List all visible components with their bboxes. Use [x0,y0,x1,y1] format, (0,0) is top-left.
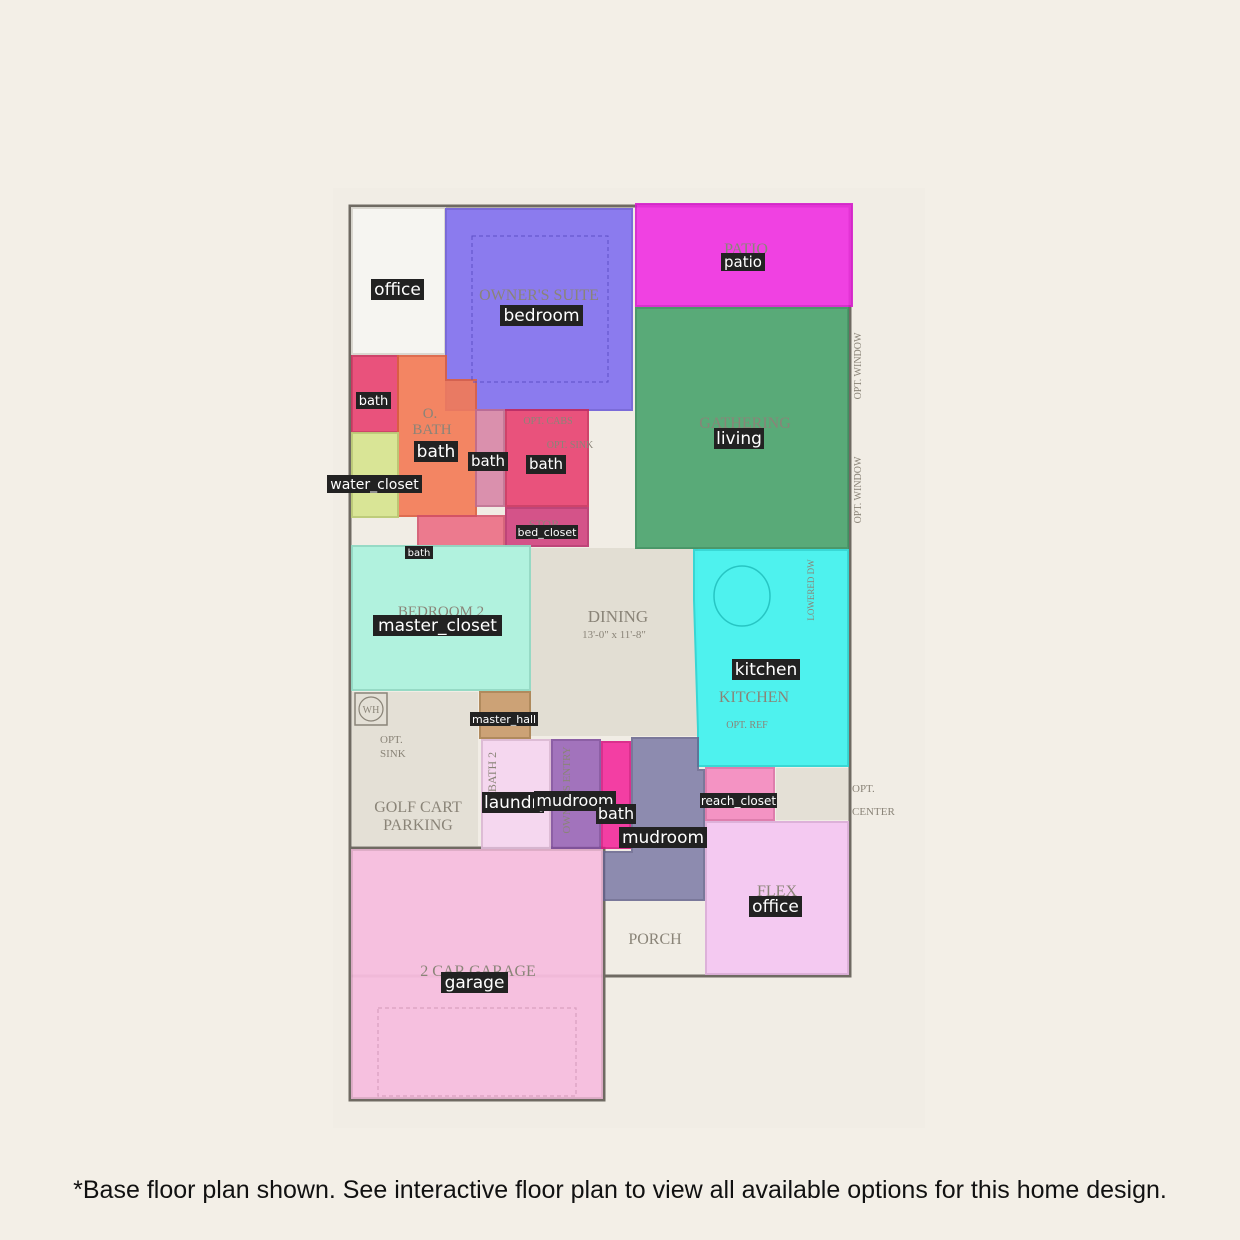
plan-label-opt-sink2-2: SINK [380,748,406,760]
plan-label-opt-sink: OPT. SINK [547,440,594,451]
room-tag-office-1: office [371,279,424,300]
room-tag-bath-5: bath [405,546,433,559]
svg-text:office: office [374,280,421,300]
room-tag-bath-3: bath [468,452,508,471]
plan-label-opt-cabs: OPT. CABS [523,416,572,427]
plan-label-opt-center-2: CENTER [852,806,895,818]
room-tag-bath-4: bath [526,455,566,474]
svg-text:garage: garage [445,973,505,993]
floor-plan-diagram: PATIO OWNER'S SUITE GATHERING O. BATH OP… [327,188,925,1128]
room-tag-mudroom-2: mudroom [619,827,707,848]
plan-label-dining: DINING [588,607,648,626]
plan-label-opt-sink2-1: OPT. [380,734,403,746]
svg-text:bath: bath [417,442,456,462]
svg-text:bed_closet: bed_closet [518,526,578,539]
svg-text:master_closet: master_closet [378,616,497,636]
room-tag-patio-1: patio [721,253,765,271]
svg-text:bedroom: bedroom [503,306,579,326]
plan-label-porch: PORCH [628,931,682,948]
room-tag-bath-6: bath [596,804,636,824]
room-tag-garage-1: garage [441,972,508,993]
plan-label-opt-ref: OPT. REF [726,720,768,731]
room-tag-master-closet-1: master_closet [373,615,502,636]
seg-bath-5 [417,515,505,547]
plan-label-o-bath-1: O. [423,406,438,422]
plan-label-golf-2: PARKING [383,817,453,834]
room-tag-office-2: office [749,896,802,917]
room-tag-kitchen-1: kitchen [732,659,800,680]
plan-label-o-bath-2: BATH [412,422,451,438]
plan-label-lowered-dw: LOWERED DW [806,559,816,621]
svg-text:master_hall: master_hall [472,713,536,726]
room-tag-living-1: living [714,428,764,449]
svg-text:water_closet: water_closet [330,477,419,493]
svg-text:bath: bath [359,394,389,409]
room-tag-bath-2: bath [414,441,458,462]
room-tag-water-closet-1: water_closet [327,475,422,493]
svg-text:bath: bath [529,455,563,473]
plan-label-bath2: BATH 2 [485,752,499,792]
plan-label-golf-1: GOLF CART [374,799,462,816]
room-tag-bath-1: bath [356,392,391,409]
plan-label-owners-entry: OWNER'S ENTRY [561,746,573,833]
plan-label-dining-size: 13'-0" x 11'-8" [582,629,646,641]
plan-label-opt-window-2: OPT. WINDOW [853,456,864,523]
svg-text:living: living [716,429,762,449]
plan-label-opt-center-1: OPT. [852,783,875,795]
svg-text:reach_closet: reach_closet [701,794,777,808]
room-tag-bedroom-1: bedroom [500,305,583,326]
svg-text:office: office [752,897,799,917]
footer-disclaimer: *Base floor plan shown. See interactive … [73,1176,1167,1204]
plan-label-opt-window-1: OPT. WINDOW [853,332,864,399]
plan-label-owners-suite: OWNER'S SUITE [479,287,599,304]
svg-text:patio: patio [724,253,762,271]
plan-label-wh: WH [363,705,380,716]
svg-text:kitchen: kitchen [735,660,798,680]
room-tag-bed-closet-1: bed_closet [516,525,578,539]
room-tag-master-hall-1: master_hall [470,712,538,726]
svg-text:mudroom: mudroom [622,828,704,848]
svg-text:bath: bath [408,548,431,559]
svg-text:bath: bath [598,804,634,823]
opt-center-area [776,768,848,820]
plan-label-kitchen: KITCHEN [719,689,790,706]
room-tag-reach-closet-1: reach_closet [700,793,777,808]
dining-area [530,548,698,736]
svg-text:bath: bath [471,452,505,470]
